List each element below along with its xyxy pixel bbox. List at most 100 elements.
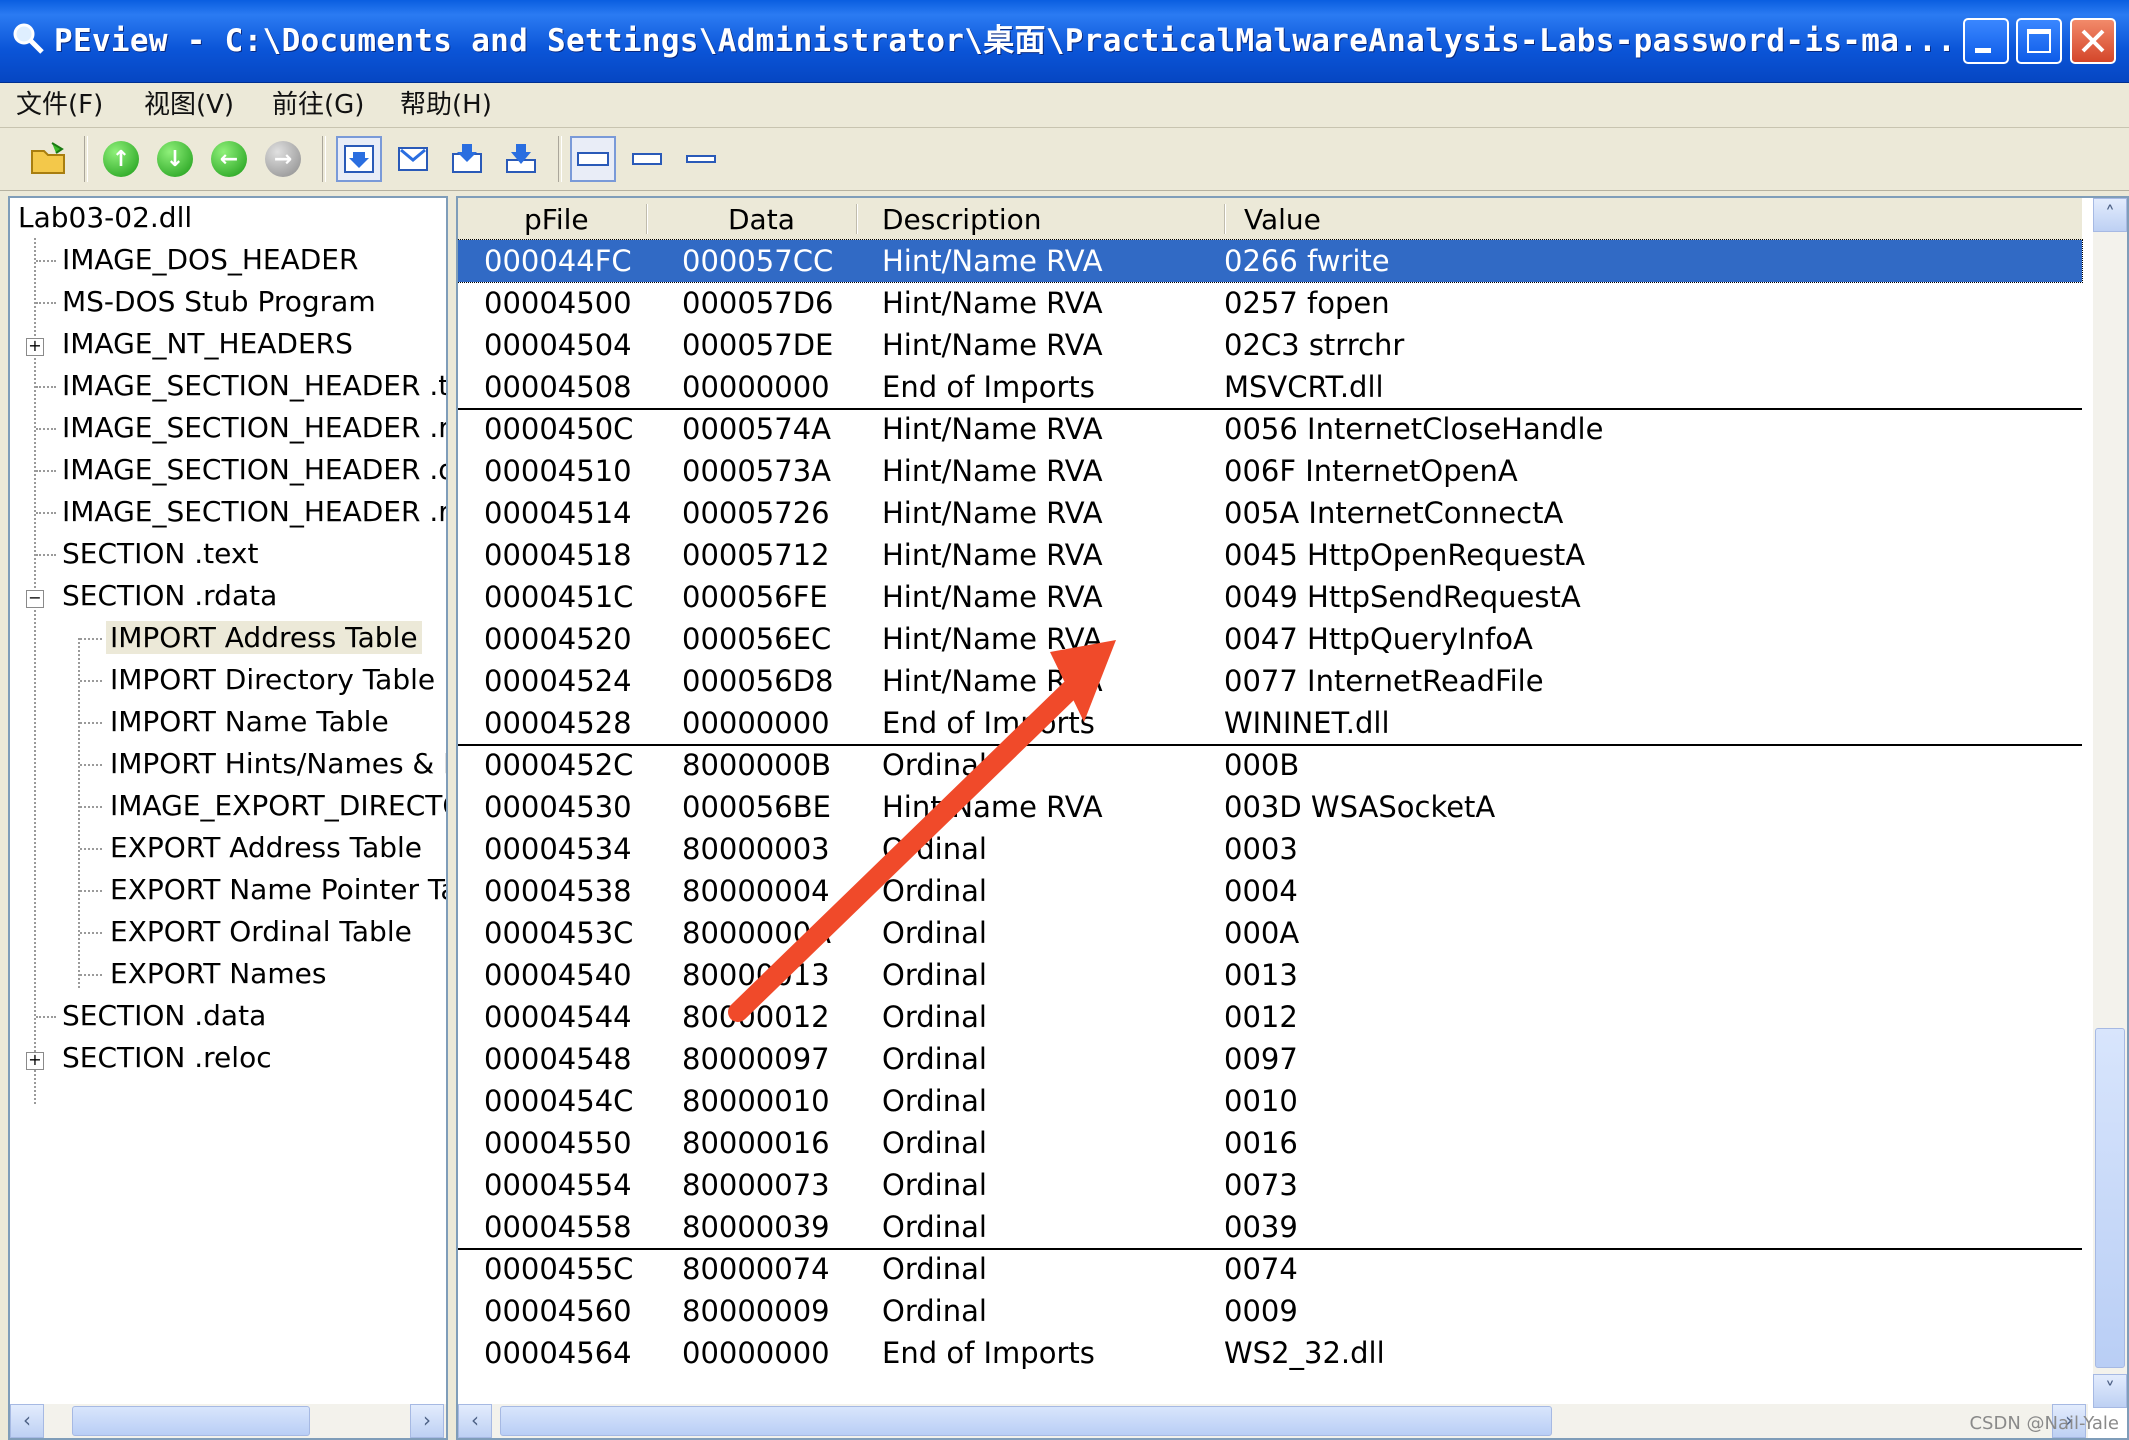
tree-item[interactable]: IMAGE_SECTION_HEADER .reloc bbox=[62, 492, 446, 532]
title-bar[interactable]: PEview - C:\Documents and Settings\Admin… bbox=[0, 0, 2129, 83]
tree-root[interactable]: Lab03-02.dll bbox=[18, 198, 192, 238]
table-row[interactable]: 00004554 80000073 Ordinal 0073 bbox=[458, 1164, 2082, 1206]
table-row[interactable]: 00004514 00005726 Hint/Name RVA 005A Intern… bbox=[458, 492, 2082, 534]
menu-file[interactable]: 文件(F) bbox=[16, 83, 103, 127]
cell-pfile: 00004564 bbox=[484, 1336, 632, 1370]
tree-hscrollbar[interactable]: ‹ › bbox=[10, 1404, 446, 1438]
table-row[interactable]: 00004530 000056BE Hint/Name RVA 003D WSASoc… bbox=[458, 786, 2082, 828]
tree-item[interactable]: IMPORT Name Table bbox=[110, 702, 389, 742]
menu-help[interactable]: 帮助(H) bbox=[400, 83, 492, 127]
table-row-selected[interactable]: 000044FC 000057CC Hint/Name RVA 0266 fwrite bbox=[458, 239, 2083, 283]
scroll-thumb[interactable] bbox=[72, 1406, 310, 1436]
tree-item[interactable]: MS-DOS Stub Program bbox=[62, 282, 376, 322]
view-import-button[interactable] bbox=[444, 136, 490, 182]
tree-item[interactable]: IMAGE_SECTION_HEADER .data bbox=[62, 450, 446, 490]
scroll-up-icon[interactable]: ˄ bbox=[2093, 198, 2127, 232]
back-button[interactable]: ← bbox=[206, 136, 252, 182]
forward-button[interactable]: → bbox=[260, 136, 306, 182]
tree-item[interactable]: EXPORT Names bbox=[110, 954, 326, 994]
table-row[interactable]: 0000452C 8000000B Ordinal 000B bbox=[458, 744, 2082, 786]
forward-arrow-icon: → bbox=[265, 141, 301, 177]
scroll-left-icon[interactable]: ‹ bbox=[10, 1404, 44, 1438]
maximize-button[interactable] bbox=[2016, 18, 2062, 64]
mode-wide-button[interactable] bbox=[570, 136, 616, 182]
expand-icon[interactable]: + bbox=[26, 1052, 44, 1070]
menu-view[interactable]: 视图(V) bbox=[144, 83, 234, 127]
table-row[interactable]: 00004504 000057DE Hint/Name RVA 02C3 strrch… bbox=[458, 324, 2082, 366]
scroll-thumb[interactable] bbox=[500, 1406, 1552, 1436]
collapse-icon[interactable]: − bbox=[26, 590, 44, 608]
cell-value: 0047 HttpQueryInfoA bbox=[1224, 622, 1533, 656]
table-row[interactable]: 0000450C 0000574A Hint/Name RVA 0056 Intern… bbox=[458, 408, 2082, 450]
detail-list[interactable]: pFile Data Description Value 000044FC 000… bbox=[456, 196, 2129, 1440]
mode-medium-button[interactable] bbox=[624, 136, 670, 182]
column-data[interactable]: Data bbox=[728, 198, 795, 240]
tree-item[interactable]: SECTION .reloc bbox=[62, 1038, 272, 1078]
column-divider[interactable] bbox=[646, 204, 648, 234]
tree-view[interactable]: Lab03-02.dll IMAGE_DOS_HEADER MS-DOS Stu… bbox=[8, 196, 448, 1440]
table-row[interactable]: 00004510 0000573A Hint/Name RVA 006F Intern… bbox=[458, 450, 2082, 492]
table-row[interactable]: 00004524 000056D8 Hint/Name RVA 0077 Intern… bbox=[458, 660, 2082, 702]
view-export-button[interactable] bbox=[498, 136, 544, 182]
list-hscrollbar[interactable]: ‹ › bbox=[458, 1404, 2088, 1438]
table-row[interactable]: 00004518 00005712 Hint/Name RVA 0045 HttpOp… bbox=[458, 534, 2082, 576]
scroll-down-icon[interactable]: ˅ bbox=[2093, 1374, 2127, 1408]
tree-item[interactable]: EXPORT Name Pointer Table bbox=[110, 870, 446, 910]
view-details-icon bbox=[344, 145, 374, 173]
table-row[interactable]: 0000453C 8000000A Ordinal 000A bbox=[458, 912, 2082, 954]
table-row[interactable]: 00004534 80000003 Ordinal 0003 bbox=[458, 828, 2082, 870]
tree-item[interactable]: IMAGE_DOS_HEADER bbox=[62, 240, 358, 280]
column-divider[interactable] bbox=[1224, 204, 1226, 234]
tree-item-selected[interactable]: IMPORT Address Table bbox=[106, 618, 422, 658]
table-row[interactable]: 00004544 80000012 Ordinal 0012 bbox=[458, 996, 2082, 1038]
expand-icon[interactable]: + bbox=[26, 338, 44, 356]
tree-item[interactable]: EXPORT Ordinal Table bbox=[110, 912, 412, 952]
scroll-left-icon[interactable]: ‹ bbox=[458, 1404, 492, 1438]
tree-item[interactable]: EXPORT Address Table bbox=[110, 828, 422, 868]
table-row[interactable]: 00004550 80000016 Ordinal 0016 bbox=[458, 1122, 2082, 1164]
view-details-button[interactable] bbox=[336, 136, 382, 182]
tree-item[interactable]: IMPORT Hints/Names & DLL Names bbox=[110, 744, 446, 784]
list-vscrollbar[interactable]: ˄ ˅ bbox=[2093, 198, 2127, 1408]
tree-item[interactable]: SECTION .text bbox=[62, 534, 258, 574]
table-row[interactable]: 00004558 80000039 Ordinal 0039 bbox=[458, 1206, 2082, 1248]
up-button[interactable]: ↑ bbox=[98, 136, 144, 182]
tree-item[interactable]: IMAGE_SECTION_HEADER .rdata bbox=[62, 408, 446, 448]
scroll-right-icon[interactable]: › bbox=[410, 1404, 444, 1438]
column-pfile[interactable]: pFile bbox=[524, 198, 589, 240]
open-button[interactable] bbox=[26, 136, 72, 182]
table-row[interactable]: 00004528 00000000 End of Imports WININET.dl… bbox=[458, 702, 2082, 744]
cell-value: 000B bbox=[1224, 748, 1300, 782]
table-row[interactable]: 0000455C 80000074 Ordinal 0074 bbox=[458, 1248, 2082, 1290]
column-value[interactable]: Value bbox=[1244, 198, 1321, 240]
mode-narrow-button[interactable] bbox=[678, 136, 724, 182]
tree-item[interactable]: IMAGE_EXPORT_DIRECTORY bbox=[110, 786, 446, 826]
scroll-thumb[interactable] bbox=[2095, 1028, 2125, 1368]
cell-value: WS2_32.dll bbox=[1224, 1336, 1385, 1370]
tree-item[interactable]: IMAGE_SECTION_HEADER .text bbox=[62, 366, 446, 406]
table-row[interactable]: 0000454C 80000010 Ordinal 0010 bbox=[458, 1080, 2082, 1122]
table-row[interactable]: 00004508 00000000 End of Imports MSVCRT.dll bbox=[458, 366, 2082, 408]
tree-item[interactable]: IMPORT Directory Table bbox=[110, 660, 435, 700]
table-row[interactable]: 00004564 00000000 End of Imports WS2_32.dll bbox=[458, 1332, 2082, 1374]
table-row[interactable]: 00004520 000056EC Hint/Name RVA 0047 HttpQu… bbox=[458, 618, 2082, 660]
minimize-button[interactable] bbox=[1963, 18, 2009, 64]
table-row[interactable]: 00004538 80000004 Ordinal 0004 bbox=[458, 870, 2082, 912]
menu-go[interactable]: 前往(G) bbox=[272, 83, 364, 127]
cell-data: 000057DE bbox=[682, 328, 834, 362]
table-row[interactable]: 0000451C 000056FE Hint/Name RVA 0049 HttpSe… bbox=[458, 576, 2082, 618]
view-hex-button[interactable] bbox=[390, 136, 436, 182]
tree-item[interactable]: IMAGE_NT_HEADERS bbox=[62, 324, 353, 364]
table-row[interactable]: 00004540 80000013 Ordinal 0013 bbox=[458, 954, 2082, 996]
table-row[interactable]: 00004548 80000097 Ordinal 0097 bbox=[458, 1038, 2082, 1080]
tree-item[interactable]: SECTION .data bbox=[62, 996, 266, 1036]
close-button[interactable] bbox=[2070, 18, 2116, 64]
column-divider[interactable] bbox=[856, 204, 858, 234]
column-description[interactable]: Description bbox=[882, 198, 1041, 240]
table-row[interactable]: 00004560 80000009 Ordinal 0009 bbox=[458, 1290, 2082, 1332]
magnifier-icon bbox=[10, 20, 46, 56]
tree-item[interactable]: SECTION .rdata bbox=[62, 576, 277, 616]
table-row[interactable]: 00004500 000057D6 Hint/Name RVA 0257 fopen bbox=[458, 282, 2082, 324]
cell-data: 80000012 bbox=[682, 1000, 830, 1034]
down-button[interactable]: ↓ bbox=[152, 136, 198, 182]
